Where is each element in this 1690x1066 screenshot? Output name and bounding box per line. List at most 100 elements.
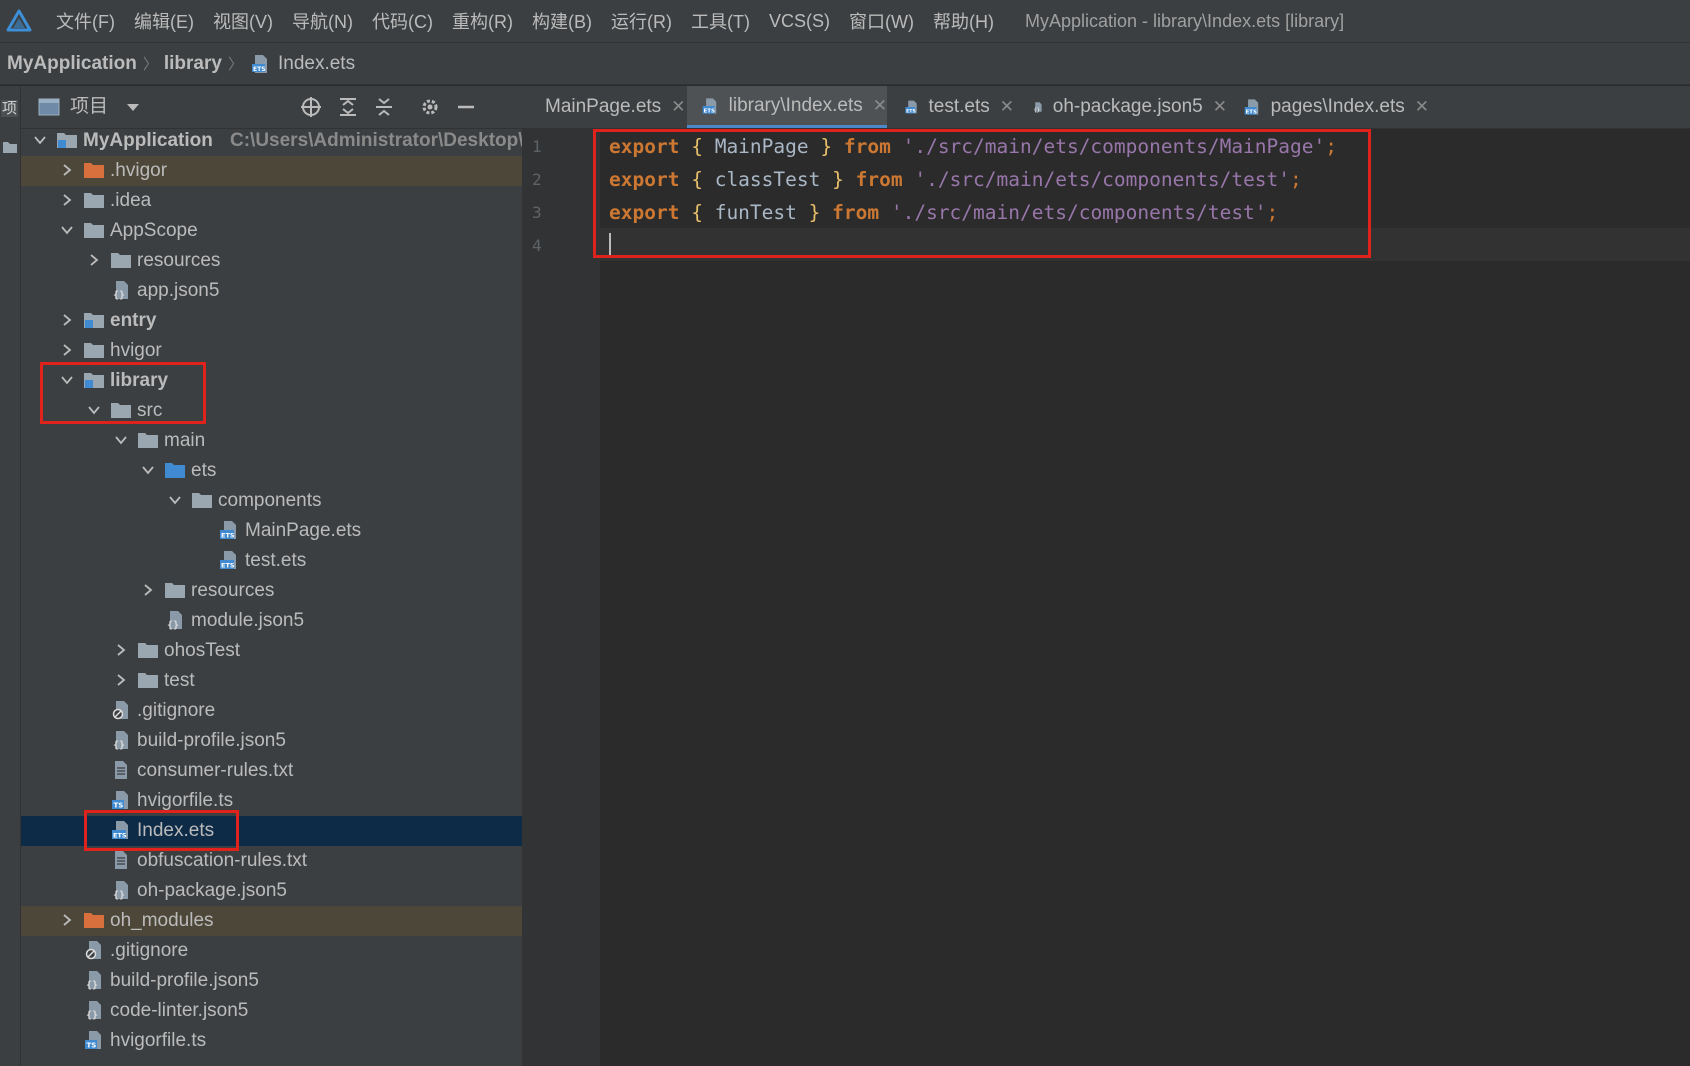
- module-folder-icon: [84, 373, 104, 388]
- tree-row[interactable]: AppScope: [21, 216, 522, 246]
- chevron-right-icon[interactable]: [87, 253, 101, 267]
- chevron-right-icon[interactable]: [60, 913, 74, 927]
- window-title: MyApplication - library\Index.ets [libra…: [1025, 11, 1345, 31]
- line-number: 4: [532, 236, 542, 255]
- expand-all-icon[interactable]: [333, 86, 363, 128]
- tree-row[interactable]: ETS Index.ets: [21, 816, 522, 846]
- tree-row[interactable]: consumer-rules.txt: [21, 756, 522, 786]
- close-icon[interactable]: ✕: [1000, 97, 1014, 117]
- tree-item-label: hvigorfile.ts: [110, 1030, 207, 1051]
- code-semicolon: ;: [1290, 168, 1302, 191]
- tree-item-label: test: [164, 670, 195, 691]
- tree-row[interactable]: ETS MainPage.ets: [21, 516, 522, 546]
- menu-item[interactable]: 编辑(E): [134, 8, 194, 34]
- locate-file-icon[interactable]: [296, 86, 326, 128]
- breadcrumb-file[interactable]: Index.ets: [278, 53, 355, 75]
- tree-row[interactable]: .hvigor: [21, 156, 522, 186]
- folder-icon: [138, 643, 158, 658]
- menu-item[interactable]: 帮助(H): [933, 8, 994, 34]
- menu-item[interactable]: 导航(N): [292, 8, 353, 34]
- tree-row[interactable]: src: [21, 396, 522, 426]
- gitignore-file-icon: [112, 701, 128, 720]
- tree-row[interactable]: hvigor: [21, 336, 522, 366]
- tree-row[interactable]: MyApplication C:\Users\Administrator\Desk…: [21, 129, 522, 156]
- chevron-down-icon[interactable]: [141, 463, 155, 477]
- breadcrumb-project[interactable]: MyApplication: [7, 53, 137, 75]
- tree-row[interactable]: entry: [21, 306, 522, 336]
- gear-icon[interactable]: [415, 86, 445, 128]
- editor-tab[interactable]: {} oh-package.json5 ✕: [1018, 86, 1227, 128]
- editor-tab[interactable]: ETS pages\Index.ets ✕: [1229, 86, 1429, 128]
- chevron-down-icon[interactable]: [87, 403, 101, 417]
- chevron-right-icon[interactable]: [114, 643, 128, 657]
- collapse-all-icon[interactable]: [369, 86, 399, 128]
- chevron-right-icon[interactable]: [114, 673, 128, 687]
- chevron-down-icon[interactable]: [168, 493, 182, 507]
- tree-row[interactable]: obfuscation-rules.txt: [21, 846, 522, 876]
- code-string: './src/main/ets/components/test': [914, 168, 1291, 191]
- close-icon[interactable]: ✕: [1415, 97, 1429, 117]
- breadcrumb-module[interactable]: library: [164, 53, 222, 75]
- tree-row[interactable]: TS hvigorfile.ts: [21, 1026, 522, 1056]
- menu-item[interactable]: 视图(V): [213, 8, 273, 34]
- menu-item[interactable]: 文件(F): [56, 8, 115, 34]
- chevron-down-icon[interactable]: [114, 433, 128, 447]
- view-dropdown-icon[interactable]: [125, 100, 141, 114]
- code-keyword: export: [609, 168, 680, 191]
- source-folder-icon: [165, 463, 185, 478]
- editor-tab[interactable]: ETSMainPage.ets✕: [522, 86, 685, 128]
- code-brace: }: [832, 168, 844, 191]
- menu-item[interactable]: 重构(R): [452, 8, 513, 34]
- chevron-right-icon[interactable]: [60, 193, 74, 207]
- tree-row[interactable]: {} code-linter.json5: [21, 996, 522, 1026]
- chevron-down-icon[interactable]: [33, 133, 47, 147]
- tree-row[interactable]: {} build-profile.json5: [21, 966, 522, 996]
- menu-item[interactable]: 运行(R): [611, 8, 672, 34]
- tree-row[interactable]: resources: [21, 576, 522, 606]
- chevron-right-icon[interactable]: [60, 313, 74, 327]
- tree-row[interactable]: library: [21, 366, 522, 396]
- chevron-right-icon[interactable]: [141, 583, 155, 597]
- menu-item[interactable]: 窗口(W): [849, 8, 914, 34]
- code-line[interactable]: export { funTest } from './src/main/ets/…: [609, 196, 1278, 229]
- code-editor[interactable]: export { MainPage } from './src/main/ets…: [600, 129, 1690, 1066]
- code-line[interactable]: export { MainPage } from './src/main/ets…: [609, 130, 1337, 163]
- tree-row[interactable]: {} oh-package.json5: [21, 876, 522, 906]
- tree-row[interactable]: ohosTest: [21, 636, 522, 666]
- tree-row[interactable]: resources: [21, 246, 522, 276]
- tree-row[interactable]: {} module.json5: [21, 606, 522, 636]
- tree-row[interactable]: .gitignore: [21, 696, 522, 726]
- close-icon[interactable]: ✕: [873, 96, 887, 116]
- tree-row[interactable]: .idea: [21, 186, 522, 216]
- code-line[interactable]: export { classTest } from './src/main/et…: [609, 163, 1302, 196]
- project-panel-title: 项目: [70, 96, 109, 117]
- chevron-right-icon[interactable]: [60, 163, 74, 177]
- tree-row[interactable]: {} build-profile.json5: [21, 726, 522, 756]
- chevron-right-icon[interactable]: [60, 343, 74, 357]
- json-file-icon: {}: [86, 1001, 101, 1020]
- project-view-icon: [38, 98, 60, 116]
- tree-row[interactable]: {} app.json5: [21, 276, 522, 306]
- tree-row[interactable]: oh_modules: [21, 906, 522, 936]
- menu-item[interactable]: 工具(T): [691, 8, 750, 34]
- hide-panel-icon[interactable]: [451, 86, 481, 128]
- close-icon[interactable]: ✕: [1213, 97, 1227, 117]
- tree-row[interactable]: TS hvigorfile.ts: [21, 786, 522, 816]
- editor-tab[interactable]: ETS library\Index.ets ✕: [687, 86, 887, 128]
- tree-row[interactable]: ETS test.ets: [21, 546, 522, 576]
- breadcrumb-separator-icon: 〉: [227, 56, 243, 73]
- close-icon[interactable]: ✕: [671, 97, 685, 117]
- tree-row[interactable]: ets: [21, 456, 522, 486]
- tree-row[interactable]: test: [21, 666, 522, 696]
- tree-row[interactable]: .gitignore: [21, 936, 522, 966]
- project-tool-button[interactable]: 项: [1, 100, 18, 117]
- editor-tab[interactable]: ETS test.ets ✕: [890, 86, 1014, 128]
- menu-item[interactable]: VCS(S): [769, 11, 830, 32]
- chevron-down-icon[interactable]: [60, 223, 74, 237]
- chevron-down-icon[interactable]: [60, 373, 74, 387]
- tree-row[interactable]: main: [21, 426, 522, 456]
- project-tree: MyApplication C:\Users\Administrator\Desk…: [21, 129, 522, 1066]
- menu-item[interactable]: 构建(B): [532, 8, 592, 34]
- tree-row[interactable]: components: [21, 486, 522, 516]
- menu-item[interactable]: 代码(C): [372, 8, 433, 34]
